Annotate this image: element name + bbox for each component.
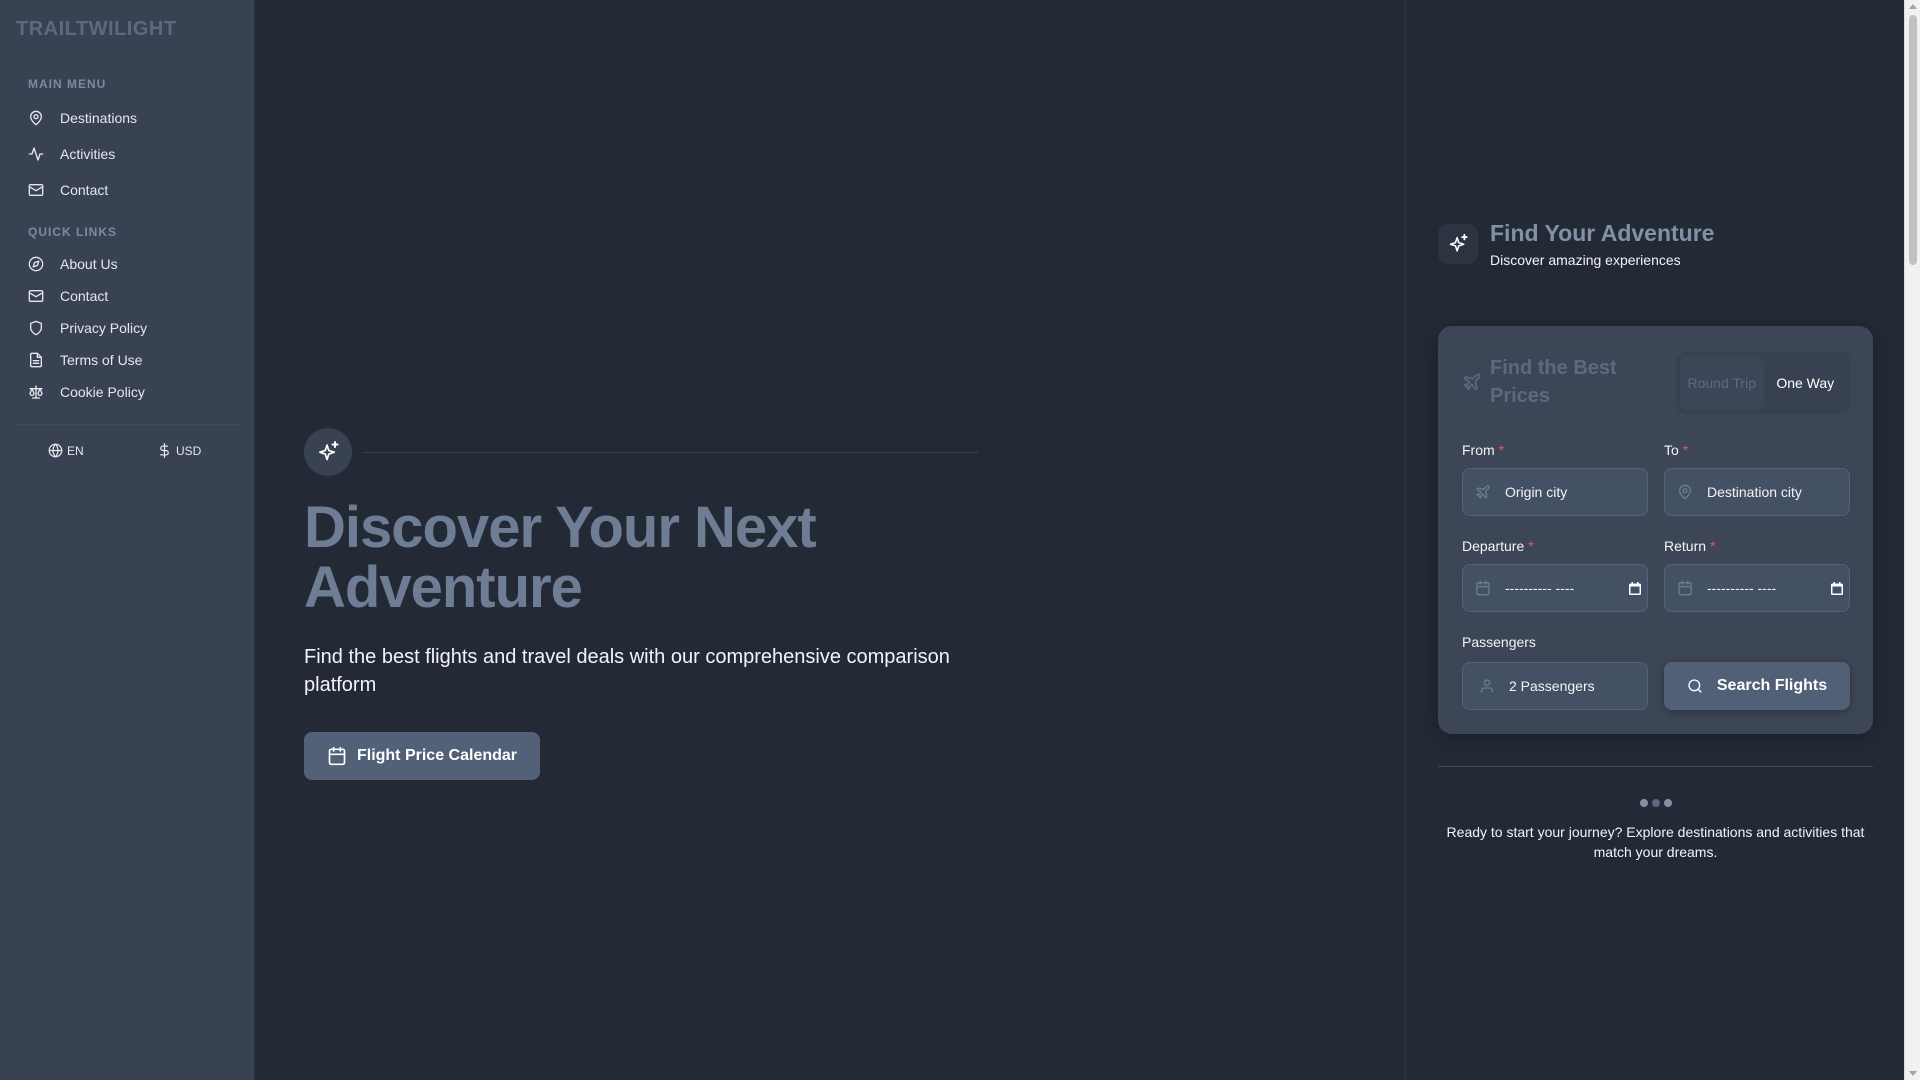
- sidebar-item-destinations[interactable]: Destinations: [28, 106, 137, 130]
- file-text-icon: [28, 352, 44, 368]
- scroll-up-arrow[interactable]: [1909, 4, 1917, 9]
- plane-icon: [1475, 484, 1491, 500]
- required-mark: *: [1710, 538, 1716, 554]
- departure-value: ---------- ----: [1505, 580, 1575, 596]
- destination-placeholder: Destination city: [1707, 484, 1802, 500]
- return-date-input[interactable]: ---------- ----: [1664, 564, 1850, 612]
- departure-label-text: Departure: [1462, 538, 1525, 554]
- compass-icon: [28, 256, 44, 272]
- pagination-dots: [1640, 799, 1672, 807]
- search-icon: [1688, 679, 1702, 693]
- return-value: ---------- ----: [1707, 580, 1777, 596]
- return-label-text: Return: [1664, 538, 1707, 554]
- main-menu-label: MAIN MENU: [28, 77, 107, 91]
- flight-search-card: Find the Best Prices Round Trip One Way …: [1438, 326, 1873, 734]
- plane-icon: [1462, 372, 1482, 392]
- panel-divider: [1438, 766, 1873, 767]
- sidebar-item-contact[interactable]: Contact: [28, 178, 108, 202]
- from-label-text: From: [1462, 442, 1495, 458]
- sidebar-item-activities[interactable]: Activities: [28, 142, 115, 166]
- search-button-label: Search Flights: [1716, 677, 1828, 694]
- required-mark: *: [1682, 442, 1689, 458]
- sidebar-item-label: Contact: [60, 182, 109, 198]
- card-title: Find the Best Prices: [1490, 357, 1617, 407]
- activity-icon: [28, 146, 44, 162]
- journey-text: Ready to start your journey? Explore des…: [1446, 824, 1865, 860]
- dollar-icon: [160, 443, 169, 458]
- currency-label: USD: [176, 443, 202, 458]
- mail-icon: [28, 182, 44, 198]
- sidebar-divider: [16, 424, 238, 425]
- currency-selector[interactable]: USD: [157, 443, 201, 458]
- to-label: To *: [1664, 442, 1688, 458]
- page-scrollbar[interactable]: [1904, 0, 1920, 1080]
- search-panel: Find Your Adventure Discover amazing exp…: [1405, 0, 1904, 1080]
- date-picker-icon[interactable]: [1831, 582, 1843, 595]
- calendar-icon: [328, 746, 346, 766]
- quick-link-cookie-policy[interactable]: Cookie Policy: [28, 380, 145, 404]
- hero-subtitle: Find the best flights and travel deals w…: [304, 646, 950, 696]
- origin-placeholder: Origin city: [1505, 484, 1568, 500]
- required-mark: *: [1528, 538, 1534, 554]
- brand-logo[interactable]: TRAILTWILIGHT: [16, 18, 177, 41]
- quick-link-label: About Us: [60, 256, 118, 272]
- calendar-icon: [1475, 580, 1491, 596]
- departure-date-input[interactable]: ---------- ----: [1462, 564, 1648, 612]
- origin-city-input[interactable]: Origin city: [1462, 468, 1648, 516]
- panel-subtitle: Discover amazing experiences: [1490, 252, 1681, 268]
- quick-link-label: Contact: [60, 288, 109, 304]
- sidebar-item-label: Activities: [60, 146, 116, 162]
- departure-label: Departure *: [1462, 538, 1534, 554]
- quick-links-label: QUICK LINKS: [28, 225, 117, 239]
- from-label: From *: [1462, 442, 1504, 458]
- language-selector[interactable]: EN: [48, 443, 84, 458]
- dot: [1652, 799, 1660, 807]
- search-flights-button[interactable]: Search Flights: [1664, 662, 1850, 710]
- required-mark: *: [1498, 442, 1505, 458]
- shield-icon: [28, 320, 44, 336]
- scroll-down-arrow[interactable]: [1909, 1071, 1917, 1076]
- return-label: Return *: [1664, 538, 1715, 554]
- destination-city-input[interactable]: Destination city: [1664, 468, 1850, 516]
- quick-link-terms-of-use[interactable]: Terms of Use: [28, 348, 142, 372]
- hero-divider: [364, 452, 978, 453]
- hero-title: Discover Your Next Adventure: [304, 495, 817, 620]
- dot: [1640, 799, 1648, 807]
- passengers-value: 2 Passengers: [1509, 678, 1595, 694]
- trip-type-toggle: Round Trip One Way: [1676, 352, 1851, 414]
- to-label-text: To: [1664, 442, 1679, 458]
- calendar-icon: [1677, 580, 1693, 596]
- calendar-button-label: Flight Price Calendar: [356, 747, 518, 764]
- quick-link-label: Cookie Policy: [60, 384, 145, 400]
- round-trip-option[interactable]: Round Trip: [1680, 356, 1764, 410]
- quick-link-about-us[interactable]: About Us: [28, 252, 118, 276]
- sparkles-icon: [1438, 224, 1478, 264]
- quick-link-contact[interactable]: Contact: [28, 284, 108, 308]
- quick-link-privacy-policy[interactable]: Privacy Policy: [28, 316, 147, 340]
- sparkles-icon: [304, 428, 352, 476]
- scroll-thumb[interactable]: [1909, 15, 1917, 265]
- sidebar-item-label: Destinations: [60, 110, 138, 126]
- mail-icon: [28, 288, 44, 304]
- quick-link-label: Terms of Use: [60, 352, 143, 368]
- passengers-label: Passengers: [1462, 634, 1536, 650]
- language-label: EN: [67, 443, 84, 458]
- one-way-option[interactable]: One Way: [1764, 356, 1848, 410]
- map-pin-icon: [1677, 484, 1693, 500]
- dot: [1664, 799, 1672, 807]
- user-icon: [1479, 678, 1495, 694]
- map-pin-icon: [28, 110, 44, 126]
- date-picker-icon[interactable]: [1629, 582, 1641, 595]
- panel-title: Find Your Adventure: [1490, 220, 1715, 246]
- sidebar: TRAILTWILIGHT MAIN MENU Destinations Act…: [0, 0, 255, 1080]
- flight-price-calendar-button[interactable]: Flight Price Calendar: [304, 732, 540, 780]
- quick-link-label: Privacy Policy: [60, 320, 148, 336]
- passengers-select[interactable]: 2 Passengers: [1462, 662, 1648, 710]
- globe-icon: [48, 443, 63, 458]
- scale-icon: [28, 384, 44, 400]
